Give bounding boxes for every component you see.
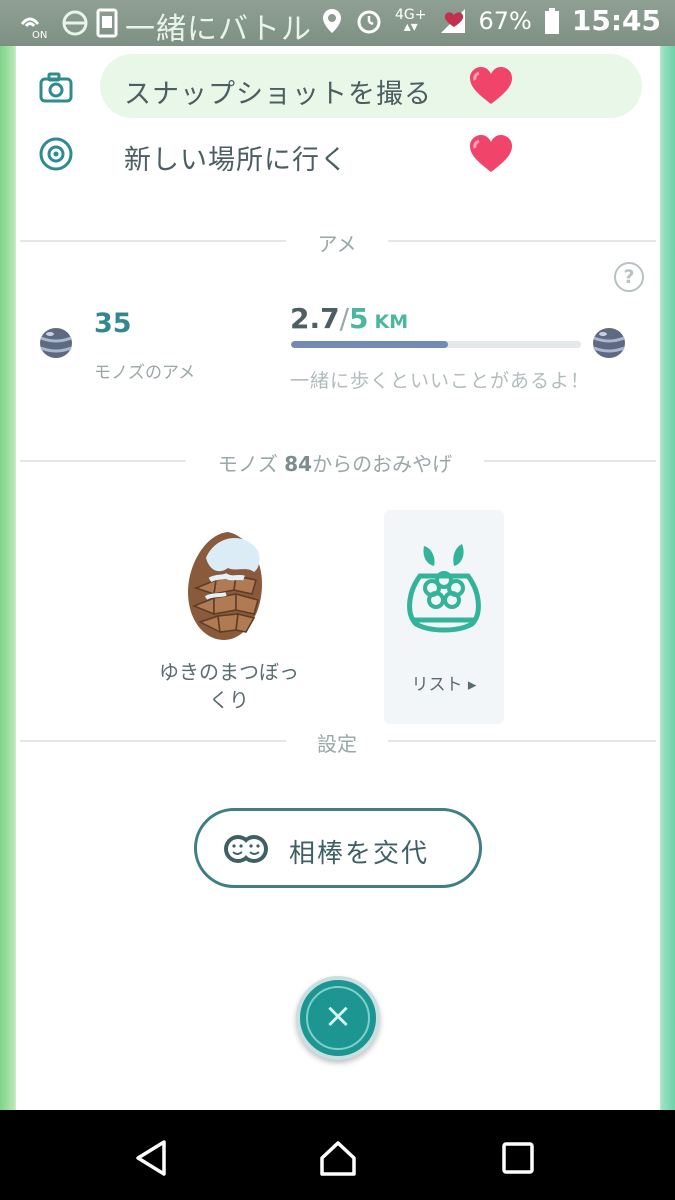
status-right-group: 4G+ ▴▾ 67% 15:45 [321, 4, 661, 37]
clock: 15:45 [571, 4, 661, 37]
alarm-icon [357, 10, 381, 33]
distance-unit: KM [374, 311, 409, 333]
candy-icon [40, 328, 72, 358]
divider-left [20, 460, 186, 462]
nfc-icon: ON [20, 17, 47, 40]
divider-right [388, 740, 656, 742]
pokemon-notification-icon [62, 10, 88, 36]
heart-icon [470, 67, 512, 104]
buddy-distance: 2.7/5 KM [290, 302, 408, 335]
close-icon: × [323, 996, 353, 1036]
buddy-panel: スナップショットを撮る 新しい場所に行く アメ ? 35 モノズのアメ 2.7/… [16, 46, 660, 1110]
swap-buddy-button[interactable]: 相棒を交代 [194, 808, 482, 888]
back-icon[interactable] [132, 1138, 172, 1178]
recent-apps-icon[interactable] [498, 1138, 538, 1178]
new-place-label: 新しい場所に行く [124, 145, 348, 176]
divider-left [20, 240, 286, 242]
candy-section-title: アメ [317, 232, 357, 256]
svg-text:ON: ON [32, 30, 47, 40]
distance-walked: 2.7 [290, 302, 340, 335]
distance-progress-bar [291, 341, 581, 348]
candy-count: 35 [94, 308, 132, 339]
divider-left [20, 740, 286, 742]
settings-section-title: 設定 [317, 732, 357, 756]
close-button[interactable]: × [296, 976, 380, 1060]
status-app-title: 一緒にバトル [125, 12, 312, 47]
location-icon [323, 8, 342, 33]
candy-reward-icon [593, 328, 625, 358]
candy-name: モノズのアメ [94, 363, 196, 383]
buddy-swap-icon [224, 835, 268, 863]
snapshot-row[interactable]: スナップショットを撮る [16, 46, 660, 126]
souvenir-bag-icon [407, 544, 481, 633]
souvenir-section-title: モノズ 84からのおみやげ [217, 452, 453, 476]
pokestop-icon [39, 137, 73, 171]
camera-icon [39, 72, 73, 103]
swap-buddy-label: 相棒を交代 [289, 839, 430, 869]
distance-separator: / [339, 302, 350, 335]
list-label: リスト ▸ [411, 675, 477, 695]
walk-hint: 一緒に歩くといいことがあるよ！ [290, 370, 591, 392]
snowy-pinecone-icon[interactable] [176, 528, 276, 648]
android-nav-bar [0, 1110, 675, 1200]
distance-goal: 5 [349, 302, 369, 335]
network-type: 4G+ ▴▾ [395, 6, 427, 35]
home-icon[interactable] [318, 1138, 358, 1178]
status-bar: ON 一緒にバトル 4G+ ▴▾ 67% 15:45 [0, 0, 675, 47]
divider-right [388, 240, 656, 242]
heart-icon [470, 135, 512, 172]
snapshot-label: スナップショットを撮る [124, 79, 432, 110]
status-left-icons: ON [18, 6, 118, 40]
screenshot-icon [96, 8, 118, 38]
signal-icon [440, 8, 465, 33]
battery-percent: 67% [478, 6, 532, 35]
divider-right [484, 460, 656, 462]
new-place-row[interactable]: 新しい場所に行く [16, 126, 660, 184]
souvenir-list-button[interactable]: リスト ▸ [384, 510, 504, 724]
battery-icon [544, 7, 559, 34]
help-icon[interactable]: ? [614, 262, 644, 292]
souvenir-item-label: ゆきのまつぼっ くり [159, 660, 299, 712]
distance-progress-fill [291, 341, 448, 348]
